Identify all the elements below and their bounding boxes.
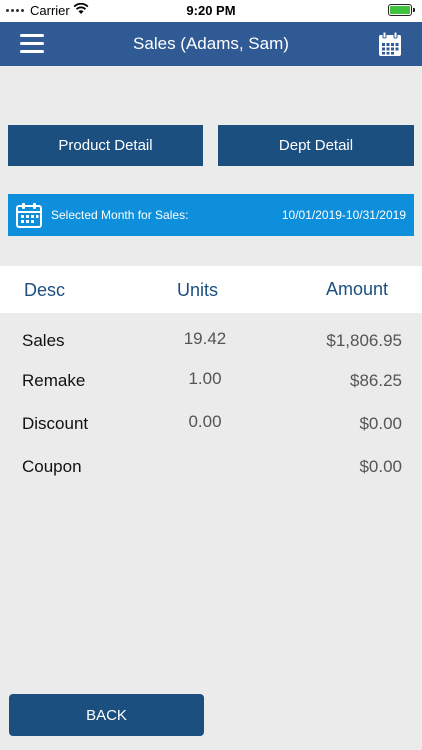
page-title: Sales (Adams, Sam) bbox=[133, 34, 289, 53]
column-header-amount: Amount bbox=[326, 279, 389, 299]
row-units: 0.00 bbox=[188, 412, 222, 431]
battery-icon bbox=[388, 4, 415, 16]
selected-month-range: 10/01/2019-10/31/2019 bbox=[281, 208, 406, 222]
status-bar: Carrier 9:20 PM bbox=[0, 0, 422, 22]
selected-month-label: Selected Month for Sales: bbox=[51, 208, 189, 222]
calendar-icon[interactable] bbox=[378, 31, 402, 57]
table-row: Coupon $0.00 bbox=[0, 457, 422, 487]
row-amount: $0.00 bbox=[359, 414, 402, 433]
table-row: Sales 19.42 $1,806.95 bbox=[0, 329, 422, 361]
row-units: 19.42 bbox=[183, 329, 227, 348]
row-amount: $1,806.95 bbox=[326, 331, 402, 350]
status-time: 9:20 PM bbox=[186, 3, 236, 18]
selected-month-banner[interactable]: Selected Month for Sales: 10/01/2019-10/… bbox=[8, 194, 414, 236]
calendar-icon bbox=[16, 202, 42, 228]
dept-detail-button[interactable]: Dept Detail bbox=[218, 125, 414, 166]
product-detail-button[interactable]: Product Detail bbox=[8, 125, 203, 166]
back-button[interactable]: BACK bbox=[9, 694, 204, 736]
row-desc: Remake bbox=[22, 371, 86, 390]
row-units: 1.00 bbox=[188, 369, 222, 388]
column-header-desc: Desc bbox=[24, 280, 66, 300]
row-desc: Coupon bbox=[22, 457, 82, 476]
row-desc: Discount bbox=[22, 414, 89, 433]
row-amount: $0.00 bbox=[359, 457, 402, 476]
row-amount: $86.25 bbox=[350, 371, 402, 390]
table-header: Desc Units Amount bbox=[0, 266, 422, 313]
table-row: Discount 0.00 $0.00 bbox=[0, 412, 422, 444]
nav-bar: Sales (Adams, Sam) bbox=[0, 22, 422, 66]
column-header-units: Units bbox=[177, 280, 219, 300]
row-desc: Sales bbox=[22, 331, 65, 350]
table-row: Remake 1.00 $86.25 bbox=[0, 369, 422, 401]
